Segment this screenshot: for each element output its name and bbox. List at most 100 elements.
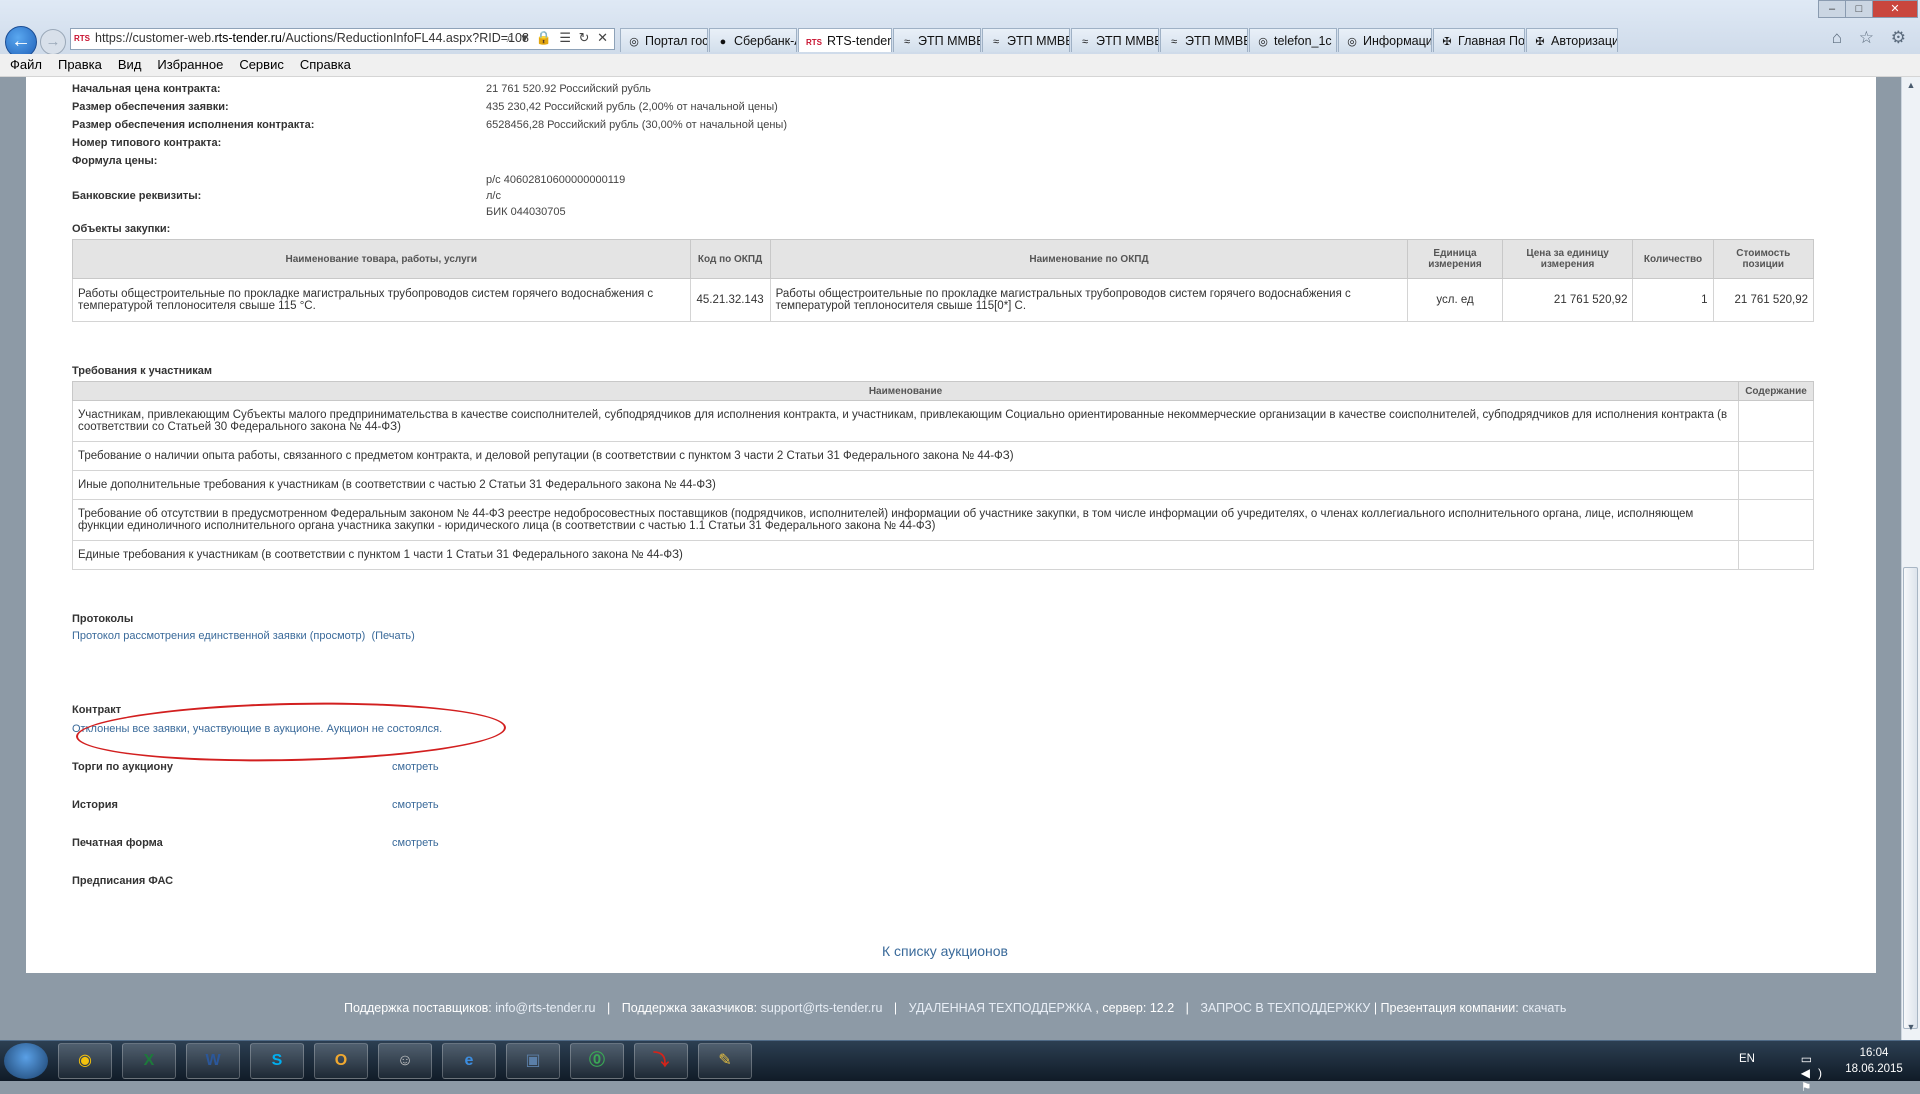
word-icon[interactable]: W: [186, 1043, 240, 1079]
menu-item-2[interactable]: Вид: [118, 57, 142, 72]
user-icon[interactable]: ☺: [378, 1043, 432, 1079]
network-icon[interactable]: ▣: [506, 1043, 560, 1079]
footer-server: , сервер: 12.2: [1095, 1001, 1175, 1015]
menu-item-3[interactable]: Избранное: [157, 57, 223, 72]
menu-item-5[interactable]: Справка: [300, 57, 351, 72]
info-label: Размер обеспечения заявки:: [72, 101, 229, 113]
req-header-name: Наименование: [72, 381, 1739, 401]
tab-favicon-icon: ✠: [1442, 36, 1452, 48]
address-bar[interactable]: RTS https://customer-web.rts-tender.ru/A…: [70, 28, 615, 50]
scroll-up-arrow[interactable]: ▲: [1902, 80, 1920, 96]
protocol-view-link[interactable]: Протокол рассмотрения единственной заявк…: [72, 630, 365, 642]
maximize-button[interactable]: □: [1845, 0, 1873, 18]
tab-10[interactable]: ✠ Авторизация...: [1526, 28, 1618, 52]
tab-label: Портал госз...: [645, 34, 708, 48]
view-link[interactable]: смотреть: [392, 761, 439, 773]
url-text[interactable]: https://customer-web.rts-tender.ru/Aucti…: [95, 31, 529, 45]
tab-6[interactable]: ≈ ЭТП ММВБ «...: [1160, 28, 1248, 52]
tab-favicon-icon: ≈: [903, 36, 911, 48]
requirement-content: [1738, 400, 1814, 442]
tab-9[interactable]: ✠ Главная Пор...: [1433, 28, 1525, 52]
footer-presentation-link[interactable]: скачать: [1522, 1001, 1566, 1015]
tab-favicon-icon: ◎: [1347, 36, 1357, 48]
goods-name: Работы общестроительные по прокладке маг…: [72, 278, 691, 322]
menu-bar: Файл Правка Вид Избранное Сервис Справка: [0, 54, 1920, 77]
ie-icon[interactable]: e: [442, 1043, 496, 1079]
forward-button[interactable]: →: [40, 29, 66, 55]
goods-header-price: Цена за единицу измерения: [1501, 239, 1634, 279]
links-label: Печатная форма: [72, 837, 163, 849]
requirement-content: [1738, 441, 1814, 471]
bank-label: Банковские реквизиты:: [72, 190, 202, 202]
excel-icon[interactable]: X: [122, 1043, 176, 1079]
chrome-icon[interactable]: ◉: [58, 1043, 112, 1079]
table-row: Требование об отсутствии в предусмотренн…: [72, 499, 1814, 541]
tab-4[interactable]: ≈ ЭТП ММВБ «...: [982, 28, 1070, 52]
req-header-content: Содержание: [1738, 381, 1814, 401]
tab-3[interactable]: ≈ ЭТП ММВБ «...: [893, 28, 981, 52]
browser-chrome: – □ ✕ ← → RTS https://customer-web.rts-ten…: [0, 0, 1920, 58]
app-icon[interactable]: ⓪: [570, 1043, 624, 1079]
outlook-icon[interactable]: O: [314, 1043, 368, 1079]
footer-customers-email[interactable]: support@rts-tender.ru: [761, 1001, 883, 1015]
links-label: Торги по аукциону: [72, 761, 174, 773]
table-row: Участникам, привлекающим Субъекты малого…: [72, 400, 1814, 442]
tray-icons[interactable]: ▭ ◀) ⚑: [1801, 1052, 1830, 1094]
info-label: Номер типового контракта:: [72, 137, 222, 149]
tab-7[interactable]: ◎ telefon_1c: [1249, 28, 1337, 52]
pdf-icon[interactable]: ⤵: [634, 1043, 688, 1079]
close-window-button[interactable]: ✕: [1872, 0, 1918, 18]
tab-label: ЭТП ММВБ «...: [918, 34, 981, 48]
protocol-print-link[interactable]: (Печать): [371, 630, 414, 642]
start-button[interactable]: [4, 1043, 48, 1079]
view-link[interactable]: смотреть: [392, 837, 439, 849]
footer-suppliers-label: Поддержка поставщиков:: [344, 1001, 492, 1015]
vertical-scrollbar[interactable]: [1901, 77, 1920, 1040]
highlight-annotation: [75, 698, 507, 766]
tab-label: ЭТП ММВБ «...: [1096, 34, 1159, 48]
protocols-title: Протоколы: [72, 613, 134, 625]
clock[interactable]: 16:04 18.06.2015: [1844, 1045, 1904, 1077]
page-container: Начальная цена контракта: 21 761 520.92 Р…: [26, 77, 1876, 973]
tab-label: Сбербанк-А...: [734, 34, 796, 48]
table-row: Единые требования к участникам (в соотве…: [72, 540, 1814, 570]
goods-table: Наименование товара, работы, услуги Код …: [72, 239, 1815, 322]
footer-request-support-link[interactable]: ЗАПРОС В ТЕХПОДДЕРЖКУ: [1200, 1001, 1370, 1015]
tab-label: telefon_1c: [1274, 34, 1332, 48]
goods-okpd: 45.21.32.143: [689, 278, 771, 322]
requirement-content: [1738, 470, 1814, 500]
tab-favicon-icon: ≈: [1081, 36, 1089, 48]
menu-item-4[interactable]: Сервис: [239, 57, 284, 72]
tab-favicon-icon: ≈: [992, 36, 1000, 48]
tab-0[interactable]: ◎ Портал госз...: [620, 28, 708, 52]
windows-taskbar: ◉ X W S O ☺ e ▣ ⓪ ⤵ ✎ EN ▭ ◀) ⚑ 16:04 18.06.2015: [0, 1040, 1920, 1094]
table-row: Иные дополнительные требования к участни…: [72, 470, 1814, 500]
address-tools-icons[interactable]: ⌕ ▾ 🔒 ☰ ↻ ✕: [507, 30, 611, 46]
goods-price: 21 761 520,92: [1501, 278, 1634, 322]
tab-1[interactable]: ● Сбербанк-А...: [709, 28, 797, 52]
menu-item-1[interactable]: Правка: [58, 57, 102, 72]
language-indicator[interactable]: EN: [1739, 1053, 1755, 1065]
tab-8[interactable]: ◎ Информация: [1338, 28, 1432, 52]
goods-unit: усл. ед: [1407, 278, 1503, 322]
goods-header-total: Стоимость позиции: [1712, 239, 1815, 279]
footer-suppliers-email[interactable]: info@rts-tender.ru: [495, 1001, 595, 1015]
bank-line-1: р/с 40602810600000000119: [486, 174, 626, 186]
paint-icon[interactable]: ✎: [698, 1043, 752, 1079]
tab-5[interactable]: ≈ ЭТП ММВБ «...: [1071, 28, 1159, 52]
links-label: Предписания ФАС: [72, 875, 174, 887]
scrollbar-thumb[interactable]: [1903, 567, 1918, 1029]
back-to-list-link[interactable]: К списку аукционов: [882, 943, 1008, 959]
minimize-button[interactable]: –: [1818, 0, 1846, 18]
goods-total: 21 761 520,92: [1712, 278, 1815, 322]
info-value: 21 761 520.92 Российский рубль: [486, 83, 651, 95]
bank-line-2: л/с: [486, 190, 501, 202]
info-label: Размер обеспечения исполнения контракта:: [72, 119, 315, 131]
menu-item-0[interactable]: Файл: [10, 57, 42, 72]
footer-remote-support-link[interactable]: УДАЛЕННАЯ ТЕХПОДДЕРЖКА: [909, 1001, 1092, 1015]
home-favorites-settings-icons[interactable]: ⌂ ☆ ⚙: [1832, 28, 1912, 48]
view-link[interactable]: смотреть: [392, 799, 439, 811]
scroll-down-arrow[interactable]: ▼: [1902, 1022, 1920, 1038]
skype-icon[interactable]: S: [250, 1043, 304, 1079]
tab-2[interactable]: RTSRTS-tender✕: [798, 28, 892, 52]
